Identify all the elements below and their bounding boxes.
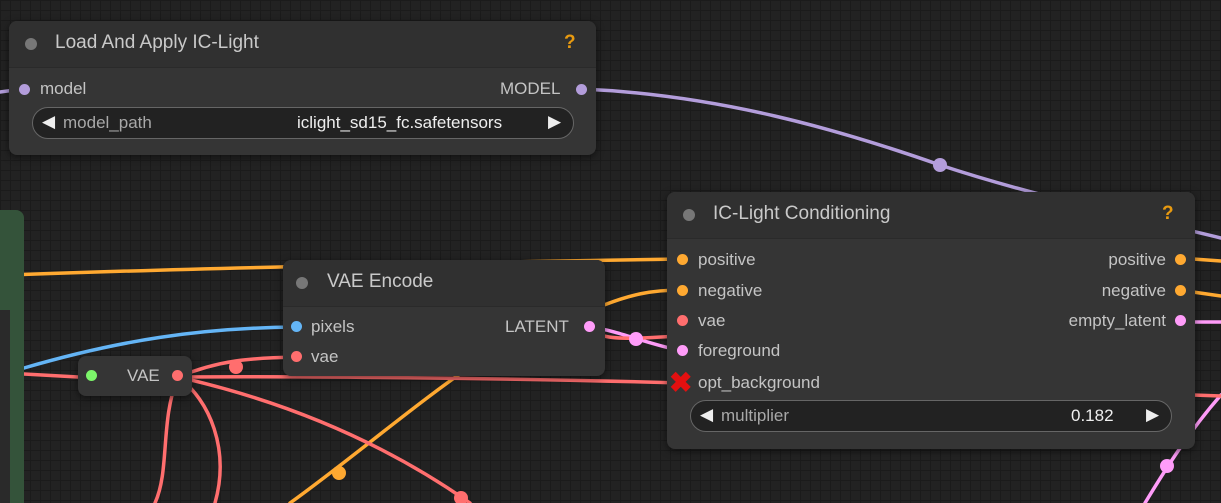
increment-arrow-icon[interactable]: ▶ xyxy=(1146,405,1159,425)
input-label-positive: positive xyxy=(698,250,756,269)
node-title: IC-Light Conditioning xyxy=(713,203,891,224)
link-vae-down3 xyxy=(176,375,472,503)
collapse-dot[interactable] xyxy=(25,38,37,50)
node-label-vae: VAE xyxy=(127,366,160,385)
link-midpoint xyxy=(332,466,346,480)
input-slot-foreground[interactable] xyxy=(677,345,688,356)
output-slot-model[interactable] xyxy=(576,84,587,95)
widget-value: 0.182 xyxy=(1071,406,1114,425)
output-slot-latent[interactable] xyxy=(584,321,595,332)
link-orange-diagonal xyxy=(288,358,482,503)
collapse-dot[interactable] xyxy=(683,209,695,221)
link-midpoint xyxy=(1160,459,1174,473)
input-label-opt-background: opt_background xyxy=(698,373,820,392)
input-slot-vae[interactable] xyxy=(677,315,688,326)
output-slot-vae[interactable] xyxy=(172,370,183,381)
widget-value: iclight_sd15_fc.safetensors xyxy=(297,113,503,132)
node-title-bar[interactable]: Load And Apply IC-Light ? xyxy=(9,21,596,68)
decrement-arrow-icon[interactable]: ◀ xyxy=(42,112,55,132)
link-midpoint xyxy=(229,360,243,374)
output-label-empty-latent: empty_latent xyxy=(1068,311,1166,330)
input-label-vae: vae xyxy=(311,347,339,366)
output-slot-negative[interactable] xyxy=(1175,285,1186,296)
input-label-negative: negative xyxy=(698,281,763,300)
link-right-orange-2 xyxy=(1191,290,1221,298)
input-label-vae: vae xyxy=(698,311,726,330)
widget-label: model_path xyxy=(63,113,152,132)
input-slot-vae[interactable] xyxy=(86,370,97,381)
input-label-pixels: pixels xyxy=(311,317,355,336)
link-vae-cond xyxy=(176,375,684,385)
output-slot-positive[interactable] xyxy=(1175,254,1186,265)
decrement-arrow-icon[interactable]: ◀ xyxy=(700,405,713,425)
link-midpoint xyxy=(629,332,643,346)
output-slot-empty-latent[interactable] xyxy=(1175,315,1186,326)
input-label-foreground: foreground xyxy=(698,341,781,360)
output-label-negative: negative xyxy=(1101,281,1166,300)
node-load-ic-light[interactable]: Load And Apply IC-Light ? model MODEL ◀ … xyxy=(9,21,596,155)
collapse-dot[interactable] xyxy=(296,277,308,289)
multiplier-number-widget[interactable]: ◀ multiplier 0.182 ▶ xyxy=(690,400,1172,432)
output-label-positive: positive xyxy=(1108,250,1166,269)
node-vae-encode[interactable]: VAE Encode pixels vae LATENT xyxy=(283,260,605,376)
output-label-latent: LATENT xyxy=(505,317,569,336)
link-vae-right xyxy=(1191,393,1221,398)
node-ic-light-conditioning[interactable]: IC-Light Conditioning ? positive negativ… xyxy=(667,192,1195,449)
node-title: Load And Apply IC-Light xyxy=(55,32,259,53)
widget-label: multiplier xyxy=(721,406,790,425)
node-vae-reroute[interactable]: VAE xyxy=(78,356,192,396)
input-slot-pixels[interactable] xyxy=(291,321,302,332)
link-midpoint xyxy=(933,158,947,172)
node-title-bar[interactable]: VAE Encode xyxy=(283,260,605,307)
input-slot-model[interactable] xyxy=(19,84,30,95)
increment-arrow-icon[interactable]: ▶ xyxy=(548,112,561,132)
node-title-bar[interactable]: IC-Light Conditioning ? xyxy=(667,192,1195,239)
input-slot-negative[interactable] xyxy=(677,285,688,296)
link-vae-in xyxy=(22,372,80,379)
input-slot-vae[interactable] xyxy=(291,351,302,362)
help-icon[interactable]: ? xyxy=(564,32,576,54)
group-panel-inner xyxy=(0,310,10,503)
input-slot-positive[interactable] xyxy=(677,254,688,265)
input-label-model: model xyxy=(40,79,87,98)
disconnect-x-icon[interactable]: ✖ xyxy=(669,369,692,397)
node-title: VAE Encode xyxy=(327,271,434,292)
help-icon[interactable]: ? xyxy=(1162,203,1174,225)
link-right-orange xyxy=(1191,257,1221,263)
output-label-model: MODEL xyxy=(500,79,561,98)
model-path-combo[interactable]: ◀ model_path iclight_sd15_fc.safetensors… xyxy=(32,107,574,139)
